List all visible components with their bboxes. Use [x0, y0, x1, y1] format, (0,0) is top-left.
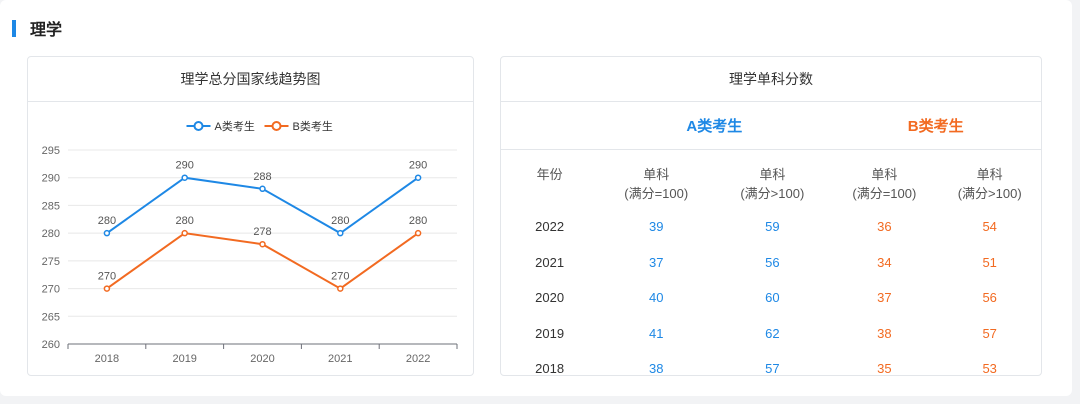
y-tick-label: 260 — [42, 339, 60, 351]
data-point — [181, 174, 188, 181]
data-label: 290 — [409, 160, 427, 172]
x-tick-label: 2020 — [250, 353, 274, 365]
cell-a2: 57 — [765, 361, 780, 377]
cell-b2: 53 — [982, 361, 997, 377]
group-b-header: B类考生 — [830, 102, 1041, 150]
cell-a2: 62 — [765, 325, 780, 341]
table-row: 2020 40 60 37 56 — [501, 280, 1041, 316]
line-chart: 260 265 270 275 280 285 290 295 2018 2019 2020 2021… — [42, 119, 458, 365]
y-tick-label: 280 — [42, 228, 60, 240]
y-tick-label: 285 — [42, 200, 60, 212]
chart-panel: 理学总分国家线趋势图 260 265 270 275 280 285 290 295 2018 2… — [27, 56, 474, 376]
x-tick-label: 2019 — [172, 353, 196, 365]
col-year-header: 年份 — [536, 167, 563, 182]
legend-marker — [271, 121, 282, 131]
y-tick-label: 265 — [42, 311, 60, 323]
data-label: 280 — [176, 215, 194, 227]
table-panel: 理学单科分数 A类考生 B类考生 年份 单科 (满分=100) 单科 (满分>100… — [500, 56, 1042, 376]
col-header-line1: 单科 — [976, 167, 1003, 182]
chart-panel-title: 理学总分国家线趋势图 — [28, 57, 473, 102]
column-header-row: 年份 单科 (满分=100) 单科 (满分>100) 单科 (满分=100) 单科 (满… — [501, 150, 1041, 210]
cell-a1: 41 — [649, 325, 664, 341]
table-row: 2018 38 57 35 53 — [501, 351, 1041, 387]
cell-year: 2022 — [535, 219, 565, 235]
data-point — [337, 285, 344, 292]
data-label: 278 — [253, 226, 271, 238]
group-header-row: A类考生 B类考生 — [501, 102, 1041, 150]
cell-a1: 37 — [649, 254, 664, 270]
table-panel-title: 理学单科分数 — [501, 57, 1041, 102]
data-point — [259, 240, 266, 248]
legend-marker — [193, 121, 204, 131]
y-tick-label: 295 — [42, 145, 60, 157]
data-label: 270 — [98, 271, 116, 283]
cell-b2: 56 — [982, 290, 997, 306]
col-header-line2: (满分>100) — [740, 186, 805, 201]
data-point — [103, 285, 111, 292]
group-header-empty — [501, 102, 599, 150]
x-tick-label: 2018 — [95, 353, 119, 365]
data-label: 280 — [409, 215, 427, 227]
cell-b1: 38 — [877, 325, 892, 341]
cell-a2: 59 — [765, 219, 780, 235]
x-tick-label: 2021 — [328, 353, 352, 365]
cell-a1: 39 — [649, 219, 664, 235]
col-a-single-gt100: 单科 (满分>100) — [714, 150, 830, 210]
legend-label: B类考生 — [293, 119, 333, 133]
cell-b1: 37 — [877, 290, 892, 306]
score-table: A类考生 B类考生 年份 单科 (满分=100) 单科 (满分>100) 单科 (满分… — [501, 102, 1041, 387]
table-row: 2019 41 62 38 57 — [501, 316, 1041, 352]
data-point — [414, 229, 422, 237]
card: 理学 理学总分国家线趋势图 260 265 270 275 280 285 290 295 20… — [0, 0, 1072, 396]
data-point — [414, 174, 422, 181]
col-header-line2: (满分=100) — [852, 186, 917, 201]
cell-b1: 36 — [877, 219, 892, 235]
col-a-single-100: 单科 (满分=100) — [598, 150, 714, 210]
cell-a1: 38 — [649, 361, 664, 377]
y-tick-label: 275 — [42, 256, 60, 268]
cell-b2: 54 — [982, 219, 997, 235]
cell-year: 2019 — [535, 325, 565, 341]
x-tick-label: 2022 — [406, 353, 430, 365]
cell-b2: 57 — [982, 325, 997, 341]
data-point — [103, 229, 111, 237]
col-header-line1: 单科 — [643, 167, 670, 182]
data-label: 280 — [98, 215, 116, 227]
y-tick-label: 270 — [42, 284, 60, 296]
group-a-header: A类考生 — [598, 102, 831, 150]
cell-year: 2020 — [535, 290, 565, 306]
col-header-line2: (满分>100) — [957, 186, 1022, 201]
data-label: 280 — [331, 215, 349, 227]
data-point — [259, 185, 266, 193]
col-header-line1: 单科 — [759, 167, 786, 182]
col-header-line1: 单科 — [871, 167, 898, 182]
data-label: 270 — [331, 271, 349, 283]
legend-label: A类考生 — [215, 119, 255, 133]
section-title-text: 理学 — [30, 22, 63, 39]
col-header-line2: (满分=100) — [624, 186, 689, 201]
cell-a2: 60 — [765, 290, 780, 306]
cell-year: 2018 — [535, 361, 565, 377]
table-row: 2022 39 59 36 54 — [501, 209, 1041, 245]
section-title: 理学 — [12, 18, 63, 39]
title-accent-bar — [12, 19, 16, 37]
cell-b1: 35 — [877, 361, 892, 377]
cell-b2: 51 — [982, 254, 997, 270]
data-label: 290 — [176, 160, 194, 172]
cell-a2: 56 — [765, 254, 780, 270]
data-label: 288 — [253, 171, 271, 183]
data-point — [181, 229, 188, 237]
cell-a1: 40 — [649, 290, 664, 306]
data-point — [337, 229, 344, 237]
table-row: 2021 37 56 34 51 — [501, 245, 1041, 281]
cell-b1: 34 — [877, 254, 892, 270]
col-b-single-gt100: 单科 (满分>100) — [938, 150, 1041, 210]
col-b-single-100: 单科 (满分=100) — [830, 150, 938, 210]
cell-year: 2021 — [535, 254, 565, 270]
y-tick-label: 290 — [42, 173, 60, 185]
